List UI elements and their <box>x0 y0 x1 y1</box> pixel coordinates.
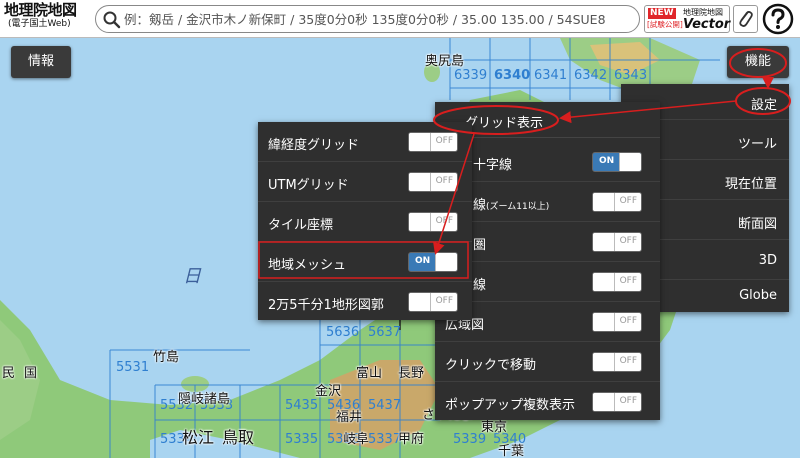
option-label: 線(ズーム11以上) <box>473 198 550 213</box>
toggle-state: OFF <box>619 316 637 326</box>
toggle-state: OFF <box>435 216 453 226</box>
place-label: 甲府 <box>398 432 425 447</box>
logo-title: 地理院地図 <box>4 1 77 19</box>
topomap-frame-toggle[interactable]: OFF <box>408 292 458 312</box>
new-badge: NEW <box>648 8 676 19</box>
grid-type-panel: 緯経度グリッド OFF UTMグリッド OFF タイル座標 OFF 地域メッシュ… <box>258 122 472 320</box>
option-toggle[interactable]: OFF <box>592 352 642 372</box>
site-logo[interactable]: 地理院地図 (電子国土Web) <box>4 2 92 36</box>
menu-item-label: 断面図 <box>737 217 777 232</box>
place-label: 竹島 <box>153 350 180 365</box>
logo-subtitle: (電子国土Web) <box>8 19 71 29</box>
place-label: 松江 <box>182 428 215 447</box>
trial-label: [試験公開] <box>647 20 683 29</box>
menu-item-label: ツール <box>737 137 777 152</box>
mesh-label: 5531 <box>116 360 150 375</box>
grid-type-row[interactable]: UTMグリッド OFF <box>258 162 472 202</box>
regional-mesh-toggle[interactable]: ON <box>408 252 458 272</box>
option-label: 緯経度グリッド <box>268 138 360 153</box>
mesh-label: 6340 <box>494 68 531 83</box>
option-toggle[interactable]: OFF <box>592 392 642 412</box>
option-label: 地域メッシュ <box>268 258 347 273</box>
mesh-label: 5337 <box>368 432 402 447</box>
option-label: タイル座標 <box>268 218 334 233</box>
mesh-label: 5637 <box>368 325 402 340</box>
option-label: クリックで移動 <box>445 358 537 373</box>
place-label: 富山 <box>356 366 383 381</box>
toggle-state: OFF <box>619 236 637 246</box>
crosshair-toggle[interactable]: ON <box>592 152 642 172</box>
mesh-label: 6339 <box>454 68 488 83</box>
place-label: 国 <box>24 366 38 381</box>
mesh-label: 6343 <box>614 68 648 83</box>
mesh-label: 5437 <box>368 398 402 413</box>
option-toggle[interactable]: OFF <box>592 312 642 332</box>
place-label: 岐阜 <box>343 432 370 447</box>
toggle-state: ON <box>415 256 431 266</box>
header-bar: 地理院地図 (電子国土Web) NEW [試験公開] 地理院地図 Vector <box>0 0 800 38</box>
sea-label: 日 <box>183 266 201 287</box>
utm-grid-toggle[interactable]: OFF <box>408 172 458 192</box>
toggle-state: OFF <box>619 276 637 286</box>
toggle-state: OFF <box>619 356 637 366</box>
mesh-label: 6341 <box>534 68 568 83</box>
grid-type-row[interactable]: タイル座標 OFF <box>258 202 472 242</box>
grid-type-row[interactable]: 緯経度グリッド OFF <box>258 122 472 162</box>
tile-coord-toggle[interactable]: OFF <box>408 212 458 232</box>
option-label: 圏 <box>473 238 487 253</box>
mesh-label: 5636 <box>326 325 360 340</box>
place-label: 福井 <box>336 410 363 425</box>
toggle-state: OFF <box>619 396 637 406</box>
toggle-state: OFF <box>619 196 637 206</box>
toggle-state: OFF <box>435 296 453 306</box>
place-label: 奥尻島 <box>425 54 465 69</box>
info-button[interactable]: 情報 <box>11 46 71 78</box>
mesh-label: 5435 <box>285 398 319 413</box>
search-input[interactable] <box>124 9 629 29</box>
option-label: 線 <box>473 278 487 293</box>
place-label: 隠岐諸島 <box>178 392 231 407</box>
place-label: 長野 <box>398 366 425 381</box>
grid-type-row[interactable]: 地域メッシュ ON <box>258 242 472 282</box>
paperclip-icon <box>739 11 753 27</box>
mesh-label: 6342 <box>574 68 608 83</box>
menu-item-label: 設定 <box>750 98 777 113</box>
grid-type-row[interactable]: 2万5千分1地形図郭 OFF <box>258 282 472 320</box>
vector-map-button[interactable]: NEW [試験公開] 地理院地図 Vector <box>644 5 730 33</box>
grid-panel-title: グリッド表示 <box>465 116 544 131</box>
option-toggle[interactable]: OFF <box>592 232 642 252</box>
option-label: 2万5千分1地形図郭 <box>268 298 384 313</box>
toggle-state: OFF <box>435 136 453 146</box>
mesh-label: 5335 <box>285 432 319 447</box>
place-label: 千葉 <box>498 444 525 458</box>
option-toggle[interactable]: OFF <box>592 272 642 292</box>
help-icon <box>762 3 794 35</box>
place-label: 民 <box>2 366 16 381</box>
place-label: 金沢 <box>315 384 342 399</box>
option-label: UTMグリッド <box>268 178 349 193</box>
toggle-state: OFF <box>435 176 453 186</box>
option-toggle[interactable]: OFF <box>592 192 642 212</box>
place-label: 鳥取 <box>222 428 255 447</box>
menu-item-label: 現在位置 <box>724 177 777 192</box>
clip-button[interactable] <box>733 5 758 33</box>
menu-item-label: 3D <box>758 253 777 268</box>
toggle-state: ON <box>599 156 615 166</box>
option-label: ポップアップ複数表示 <box>445 398 576 413</box>
vector-label: Vector <box>683 17 731 32</box>
latlon-grid-toggle[interactable]: OFF <box>408 132 458 152</box>
search-box[interactable] <box>95 5 640 33</box>
grid-option-row[interactable]: ポップアップ複数表示 OFF <box>435 382 660 420</box>
option-label: 十字線 <box>473 158 513 173</box>
search-icon <box>103 11 121 29</box>
function-button[interactable]: 機能 <box>727 46 789 78</box>
help-button[interactable] <box>761 3 795 35</box>
grid-option-row[interactable]: クリックで移動 OFF <box>435 342 660 382</box>
menu-item-label: Globe <box>739 288 777 303</box>
